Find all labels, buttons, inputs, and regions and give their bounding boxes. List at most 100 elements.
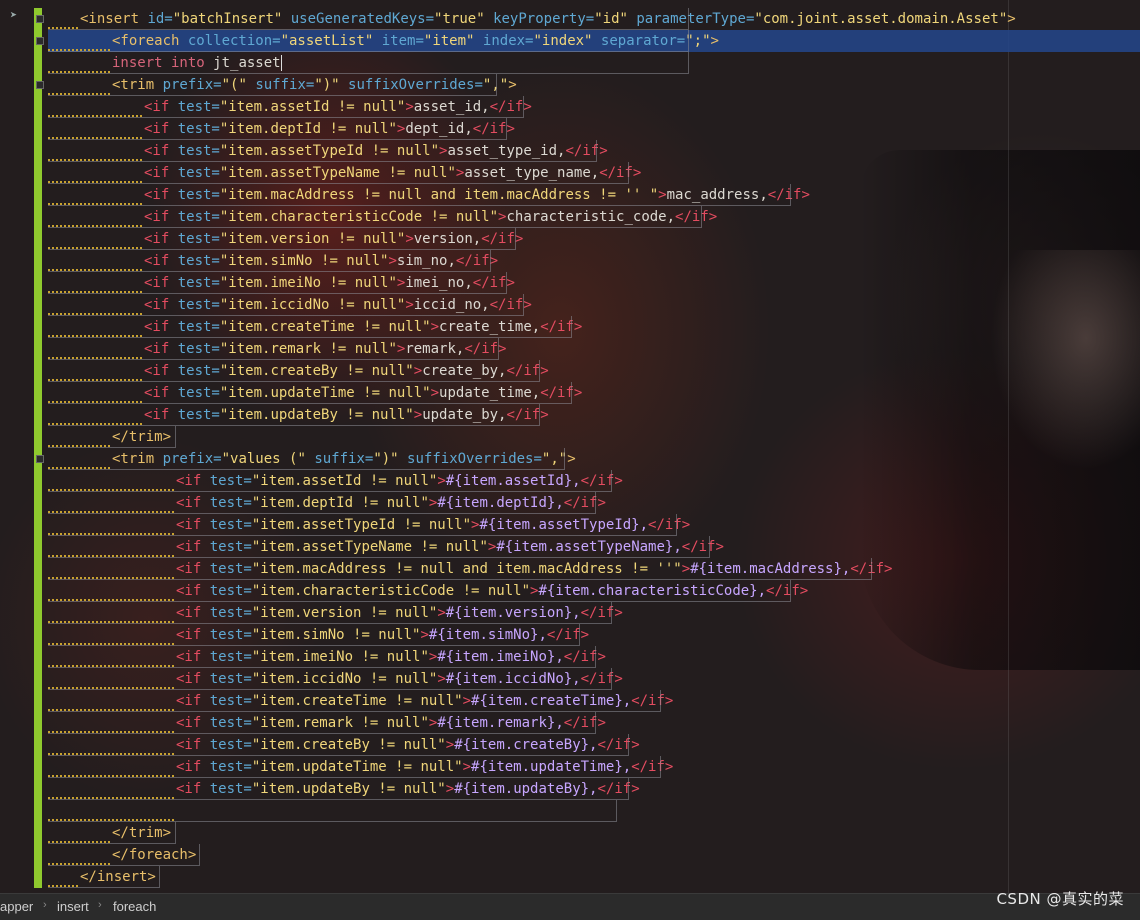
code-line-highlight (48, 536, 710, 558)
code-line[interactable]: <if test="item.assetId != null">asset_id… (48, 96, 532, 118)
breadcrumb-item-insert[interactable]: insert (57, 899, 89, 914)
code-line[interactable]: <if test="item.iccidNo != null">#{item.i… (48, 668, 623, 690)
code-line-highlight (48, 426, 176, 448)
code-line-highlight (48, 668, 613, 690)
watermark: CSDN @真实的菜 (996, 890, 1124, 908)
code-line-highlight (48, 800, 617, 822)
fold-toggle-icon[interactable] (36, 37, 44, 45)
code-line-highlight (48, 624, 580, 646)
code-line[interactable]: </foreach> (48, 844, 200, 866)
breadcrumb-separator-icon: › (43, 899, 47, 911)
code-line-highlight (48, 206, 702, 228)
code-line[interactable]: <if test="item.assetTypeId != null">#{it… (48, 514, 690, 536)
code-token: > (1007, 11, 1016, 27)
code-line-highlight (48, 844, 200, 866)
code-line-highlight (48, 470, 613, 492)
code-line[interactable]: <if test="item.version != null">version,… (48, 228, 523, 250)
breadcrumb-bar: apper › insert › foreach (0, 893, 1140, 920)
vcs-change-bar (34, 8, 42, 888)
wallpaper-face (990, 250, 1140, 470)
code-line[interactable]: <if test="item.createBy != null">#{item.… (48, 734, 640, 756)
code-editor[interactable]: ➤ <insert id="batchInsert" useGeneratedK… (0, 0, 1140, 893)
code-line[interactable]: <if test="item.updateTime != null">updat… (48, 382, 582, 404)
code-line-highlight (48, 140, 597, 162)
code-line-highlight (48, 52, 689, 74)
code-line-highlight (48, 866, 160, 888)
code-line-highlight (48, 228, 516, 250)
code-line[interactable]: <if test="item.simNo != null">#{item.sim… (48, 624, 589, 646)
code-token: > (567, 451, 576, 467)
code-line-highlight (48, 492, 597, 514)
code-line[interactable]: <if test="item.updateTime != null">#{ite… (48, 756, 673, 778)
code-line[interactable]: </trim> (48, 822, 176, 844)
breadcrumb-separator-icon: › (98, 899, 102, 911)
code-token: ";" (685, 33, 711, 49)
code-line-highlight (48, 338, 500, 360)
code-line-highlight (48, 514, 678, 536)
code-line[interactable]: <if test="item.deptId != null">#{item.de… (48, 492, 606, 514)
code-line[interactable]: <if test="item.createBy != null">create_… (48, 360, 549, 382)
code-line-highlight (48, 316, 573, 338)
code-line-highlight (48, 360, 540, 382)
code-line[interactable] (48, 800, 617, 822)
code-line[interactable]: </insert> (48, 866, 160, 888)
code-line-highlight (48, 272, 508, 294)
code-line[interactable]: insert into jt_asset (48, 52, 689, 74)
code-line[interactable]: <if test="item.updateBy != null">update_… (48, 404, 549, 426)
bookmark-icon: ➤ (10, 8, 18, 22)
code-line-highlight (48, 30, 689, 52)
code-line-highlight (48, 448, 565, 470)
code-line[interactable]: <if test="item.macAddress != null and it… (48, 558, 893, 580)
code-line[interactable]: <if test="item.macAddress != null and it… (48, 184, 810, 206)
code-token: > (508, 77, 517, 93)
code-line[interactable]: <if test="item.updateBy != null">#{item.… (48, 778, 640, 800)
code-line[interactable]: <if test="item.createTime != null">#{ite… (48, 690, 673, 712)
code-line[interactable]: <if test="item.assetTypeName != null">#{… (48, 536, 724, 558)
code-line[interactable]: <if test="item.remark != null">remark,</… (48, 338, 507, 360)
code-line[interactable]: <if test="item.version != null">#{item.v… (48, 602, 623, 624)
fold-toggle-icon[interactable] (36, 15, 44, 23)
code-line-highlight (48, 74, 497, 96)
code-line-highlight (48, 8, 689, 30)
code-line[interactable]: <if test="item.imeiNo != null">imei_no,<… (48, 272, 515, 294)
code-line-highlight (48, 162, 629, 184)
code-line-highlight (48, 602, 613, 624)
code-line[interactable]: <insert id="batchInsert" useGeneratedKey… (48, 8, 1016, 30)
code-line[interactable]: <if test="item.remark != null">#{item.re… (48, 712, 606, 734)
code-line[interactable]: <if test="item.characteristicCode != nul… (48, 206, 717, 228)
code-line[interactable]: </trim> (48, 426, 176, 448)
code-line[interactable]: <if test="item.iccidNo != null">iccid_no… (48, 294, 532, 316)
code-line-highlight (48, 734, 629, 756)
code-line[interactable]: <foreach collection="assetList" item="it… (48, 30, 1140, 52)
code-token: > (710, 33, 719, 49)
code-line-highlight (48, 580, 791, 602)
code-line-highlight (48, 96, 524, 118)
breadcrumb-item-mapper[interactable]: apper (0, 899, 33, 914)
code-token: "com.joint.asset.domain.Asset" (754, 11, 1008, 27)
code-line-highlight (48, 778, 629, 800)
right-margin-guide (1008, 0, 1009, 893)
breadcrumb-item-foreach[interactable]: foreach (113, 899, 156, 914)
code-line-highlight (48, 646, 597, 668)
code-line-highlight (48, 250, 492, 272)
code-line[interactable]: <if test="item.assetId != null">#{item.a… (48, 470, 623, 492)
code-line-highlight (48, 404, 540, 426)
code-line-highlight (48, 558, 872, 580)
fold-toggle-icon[interactable] (36, 455, 44, 463)
code-line[interactable]: <if test="item.characteristicCode != nul… (48, 580, 808, 602)
code-line[interactable]: <if test="item.deptId != null">dept_id,<… (48, 118, 515, 140)
fold-toggle-icon[interactable] (36, 81, 44, 89)
code-line-highlight (48, 712, 597, 734)
code-line[interactable]: <if test="item.imeiNo != null">#{item.im… (48, 646, 606, 668)
code-line[interactable]: <if test="item.simNo != null">sim_no,</i… (48, 250, 498, 272)
code-line[interactable]: <trim prefix="values (" suffix=")" suffi… (48, 448, 576, 470)
code-line-highlight (48, 382, 573, 404)
code-line[interactable]: <if test="item.assetTypeId != null">asse… (48, 140, 608, 162)
code-line[interactable]: <if test="item.assetTypeName != null">as… (48, 162, 641, 184)
code-line-highlight (48, 294, 524, 316)
code-line[interactable]: <if test="item.createTime != null">creat… (48, 316, 582, 338)
code-line-highlight (48, 822, 176, 844)
code-line-highlight (48, 184, 791, 206)
code-line[interactable]: <trim prefix="(" suffix=")" suffixOverri… (48, 74, 517, 96)
code-line-highlight (48, 690, 661, 712)
